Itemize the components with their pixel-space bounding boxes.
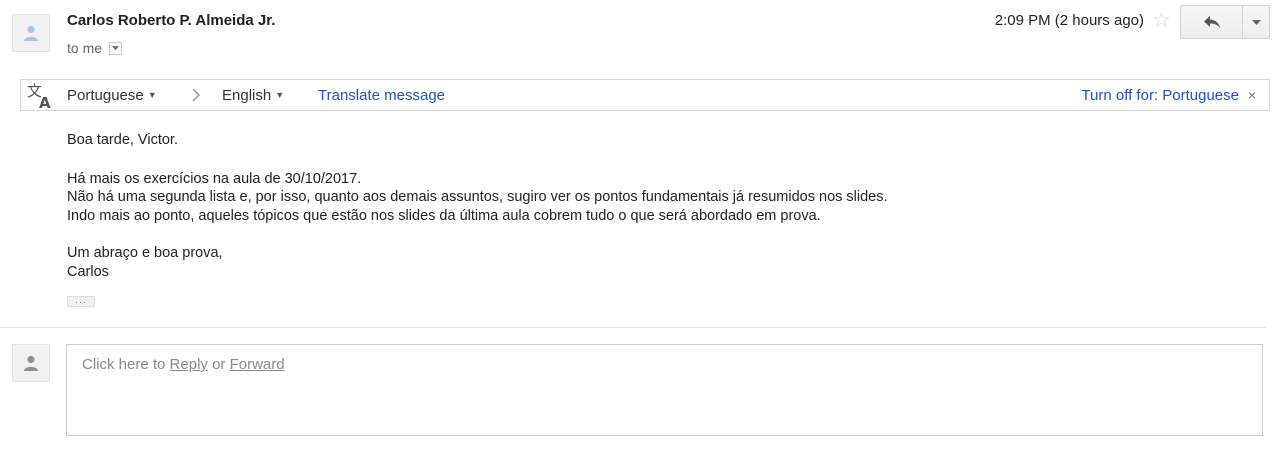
turn-off-translation-link[interactable]: Turn off for: Portuguese (1081, 87, 1239, 104)
reply-icon (1203, 16, 1220, 28)
source-language-label: Portuguese (67, 87, 144, 104)
translate-icon: 文 A (27, 82, 51, 110)
reply-link[interactable]: Reply (170, 356, 208, 373)
translate-message-link[interactable]: Translate message (318, 87, 445, 104)
caret-down-icon: ▼ (147, 90, 157, 100)
message-timestamp: 2:09 PM (2 hours ago) (994, 12, 1144, 29)
recipient-details-button[interactable] (109, 41, 123, 55)
svg-text:A: A (39, 94, 51, 110)
sender-avatar[interactable] (12, 14, 50, 52)
close-icon[interactable]: × (1248, 87, 1256, 103)
divider (0, 327, 1266, 328)
reply-button-group (1180, 5, 1270, 39)
forward-link[interactable]: Forward (230, 356, 285, 373)
chevron-down-icon (1251, 19, 1261, 25)
reply-button[interactable] (1181, 6, 1243, 38)
target-language-label: English (222, 87, 272, 104)
sender-name[interactable]: Carlos Roberto P. Almeida Jr. (67, 12, 275, 29)
show-trimmed-content-button[interactable]: ··· (67, 296, 95, 307)
person-icon (24, 355, 38, 371)
recipient-summary: to me (67, 40, 123, 56)
caret-down-icon: ▼ (275, 90, 285, 100)
user-avatar (12, 344, 50, 382)
message-closing: Um abraço e boa prova, (67, 245, 223, 261)
message-signature: Carlos (67, 264, 109, 280)
message-line: Há mais os exercícios na aula de 30/10/2… (67, 171, 362, 187)
message-greeting: Boa tarde, Victor. (67, 132, 178, 148)
reply-hint: Click here to Reply or Forward (82, 356, 285, 373)
source-language-select[interactable]: Portuguese ▼ (67, 87, 157, 104)
message-line: Não há uma segunda lista e, por isso, qu… (67, 189, 888, 205)
message-line: Indo mais ao ponto, aqueles tópicos que … (67, 208, 821, 224)
person-icon (24, 25, 38, 41)
translate-bar: 文 A Portuguese ▼ English ▼ Translate messa… (20, 79, 1270, 111)
reply-box[interactable]: Click here to Reply or Forward (66, 344, 1263, 436)
chevron-down-icon (112, 45, 120, 50)
reply-hint-middle: or (207, 356, 230, 373)
recipient-label: to me (67, 40, 103, 56)
chevron-right-icon (192, 88, 201, 102)
reply-hint-prefix: Click here to (82, 356, 170, 373)
more-actions-button[interactable] (1243, 6, 1269, 38)
star-icon[interactable]: ☆ (1152, 10, 1171, 32)
target-language-select[interactable]: English ▼ (222, 87, 284, 104)
